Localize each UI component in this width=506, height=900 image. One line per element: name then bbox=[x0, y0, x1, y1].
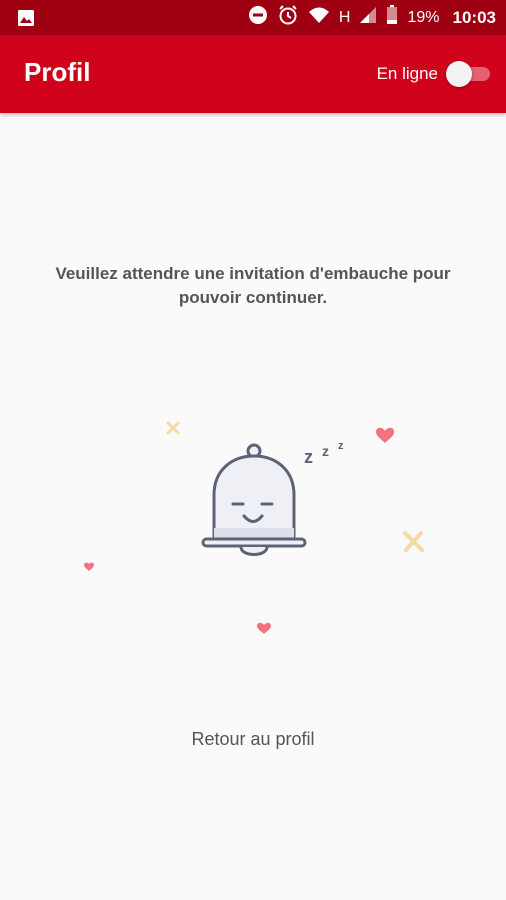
do-not-disturb-icon bbox=[248, 5, 268, 30]
alarm-icon bbox=[277, 4, 299, 31]
battery-icon bbox=[386, 5, 398, 30]
back-to-profile-link[interactable]: Retour au profil bbox=[0, 729, 506, 750]
online-label: En ligne bbox=[376, 64, 438, 83]
status-bar: H 19% 10:03 bbox=[0, 0, 506, 35]
app-bar: Profil En ligne bbox=[0, 35, 506, 113]
heart-icon bbox=[257, 622, 271, 634]
wifi-icon bbox=[308, 6, 330, 29]
online-toggle[interactable] bbox=[446, 61, 492, 87]
network-type: H bbox=[338, 8, 351, 26]
gallery-icon bbox=[17, 9, 35, 32]
bell-icon bbox=[201, 443, 307, 556]
online-switch-group: En ligne bbox=[377, 61, 492, 87]
sparkle-icon bbox=[166, 421, 180, 435]
zzz-text: z bbox=[304, 447, 313, 467]
clock: 10:03 bbox=[452, 7, 496, 27]
heart-icon bbox=[84, 562, 94, 571]
battery-percent: 19% bbox=[407, 8, 440, 26]
sparkle-icon bbox=[403, 531, 424, 552]
page-title: Profil bbox=[24, 57, 91, 87]
zzz-text: z bbox=[338, 440, 344, 452]
zzz-text: z bbox=[322, 443, 329, 459]
sleeping-bell-illustration: z z z bbox=[0, 400, 506, 650]
waiting-message: Veuillez attendre une invitation d'embau… bbox=[55, 264, 451, 307]
toggle-thumb bbox=[446, 61, 472, 87]
heart-icon bbox=[376, 427, 394, 443]
signal-icon bbox=[359, 6, 377, 29]
